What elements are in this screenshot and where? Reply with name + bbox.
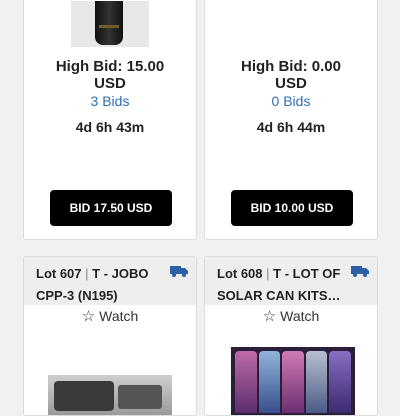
lot-card-607[interactable]: Lot 607 | T - JOBO CPP-3 (N195) ☆ Watch bbox=[23, 256, 197, 416]
lot-thumbnail[interactable] bbox=[48, 375, 172, 415]
title-separator: | bbox=[266, 266, 270, 281]
bid-button[interactable]: BID 17.50 USD bbox=[50, 190, 172, 226]
watch-button[interactable]: ☆ Watch bbox=[205, 307, 377, 325]
lot-card-608[interactable]: Lot 608 | T - LOT OF SOLAR CAN KITS… ☆ Wa… bbox=[204, 256, 378, 416]
shipping-truck-icon bbox=[351, 266, 369, 277]
bid-button[interactable]: BID 10.00 USD bbox=[231, 190, 353, 226]
lot-title[interactable]: Lot 607 | T - JOBO CPP-3 (N195) bbox=[36, 263, 164, 307]
high-bid-currency: USD bbox=[94, 75, 126, 92]
lot-header[interactable]: Lot 608 | T - LOT OF SOLAR CAN KITS… bbox=[205, 257, 377, 305]
time-left: 4d 6h 43m bbox=[75, 119, 145, 135]
high-bid: High Bid: 15.00 USD bbox=[24, 58, 196, 92]
lot-header[interactable]: Lot 607 | T - JOBO CPP-3 (N195) bbox=[24, 257, 196, 305]
title-separator: | bbox=[85, 266, 89, 281]
time-left: 4d 6h 44m bbox=[256, 119, 326, 135]
lot-thumbnail[interactable] bbox=[71, 1, 149, 47]
bid-count-link[interactable]: 3 Bids bbox=[24, 93, 196, 109]
lot-number: Lot 607 bbox=[36, 266, 82, 281]
watch-label: Watch bbox=[280, 308, 320, 324]
shipping-truck-icon bbox=[170, 266, 188, 277]
high-bid-currency: USD bbox=[275, 75, 307, 92]
lot-title[interactable]: Lot 608 | T - LOT OF SOLAR CAN KITS… bbox=[217, 263, 345, 307]
lot-card-top-right[interactable]: High Bid: 0.00 USD 0 Bids 4d 6h 44m BID … bbox=[204, 0, 378, 240]
watch-button[interactable]: ☆ Watch bbox=[24, 307, 196, 325]
star-icon: ☆ bbox=[81, 308, 96, 325]
bid-count-link[interactable]: 0 Bids bbox=[205, 93, 377, 109]
high-bid: High Bid: 0.00 USD bbox=[205, 58, 377, 92]
lot-card-top-left[interactable]: High Bid: 15.00 USD 3 Bids 4d 6h 43m BID… bbox=[23, 0, 197, 240]
lot-thumbnail[interactable] bbox=[231, 347, 355, 415]
lot-number: Lot 608 bbox=[217, 266, 263, 281]
star-icon: ☆ bbox=[262, 308, 277, 325]
watch-label: Watch bbox=[99, 308, 139, 324]
high-bid-label: High Bid: 15.00 bbox=[55, 58, 165, 75]
high-bid-label: High Bid: 0.00 bbox=[240, 58, 341, 75]
